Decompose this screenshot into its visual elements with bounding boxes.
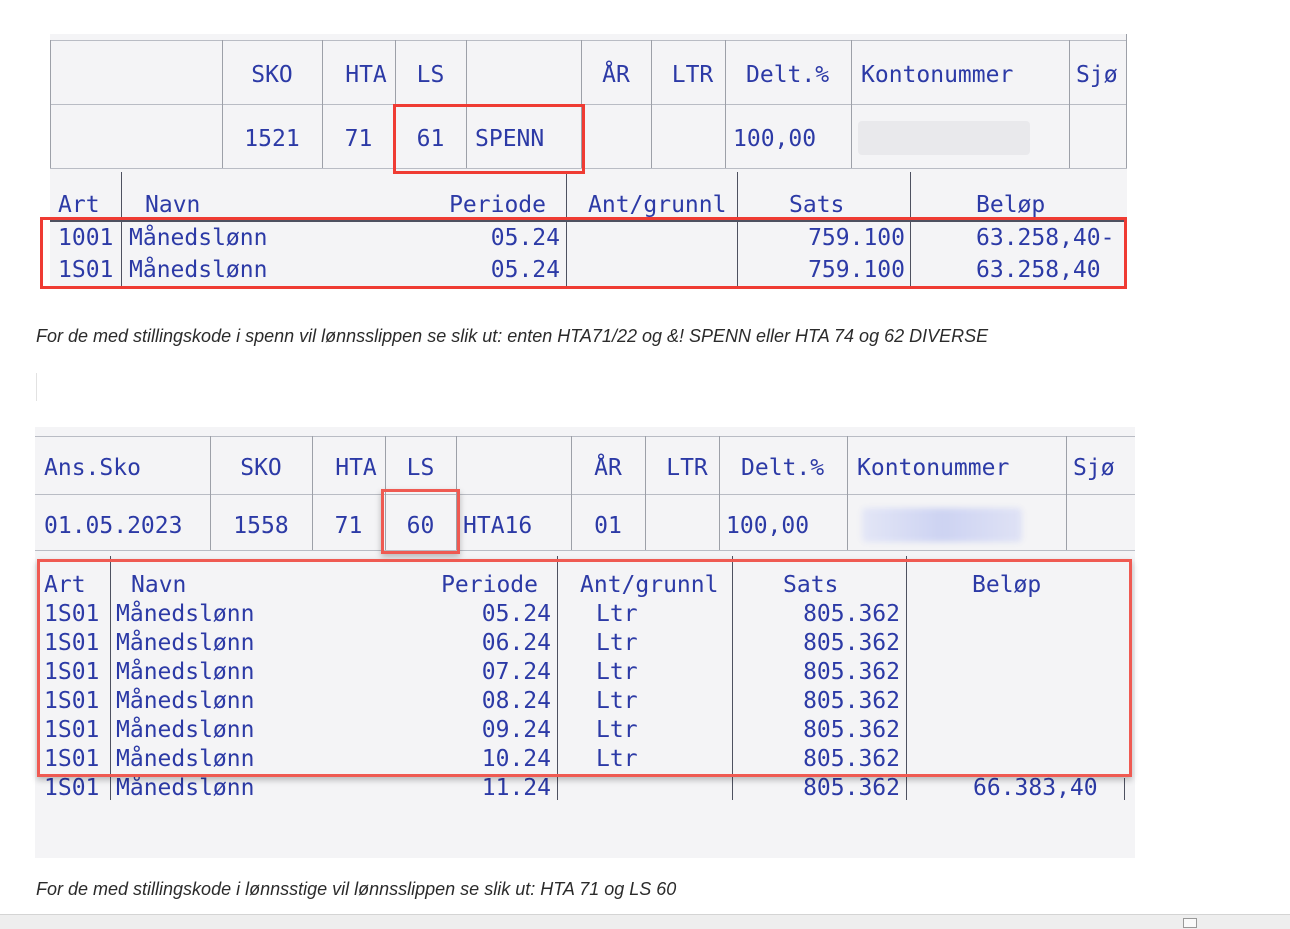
value-ar: 01 [594, 513, 622, 539]
highlight-ls-box [393, 104, 585, 174]
grid-line [50, 40, 1127, 41]
grid-line [651, 40, 652, 168]
redacted-account-number [858, 121, 1030, 155]
lines-header-ant: Ant/grunnl [588, 192, 727, 218]
grid-line [1126, 34, 1127, 168]
grid-line [851, 40, 852, 168]
header-ls: LS [416, 62, 445, 88]
grid-line [1069, 40, 1070, 168]
line-navn: Månedslønn [116, 775, 255, 801]
header-ans-sko: Ans.Sko [44, 455, 141, 481]
header-sko: SKO [251, 62, 293, 88]
value-hta: 71 [334, 513, 363, 539]
caption-lonnsstige: For de med stillingskode i lønnsstige vi… [36, 879, 677, 899]
value-hta: 71 [344, 126, 373, 152]
grid-line [645, 436, 646, 550]
header-ls: LS [406, 455, 435, 481]
highlight-lines-box [40, 217, 1127, 289]
caption-spenn: For de med stillingskode i spenn vil løn… [36, 326, 989, 346]
header-ar: ÅR [602, 62, 630, 88]
line-art: 1S01 [44, 775, 100, 801]
line-belop: 66.383,40 [973, 775, 1098, 801]
text-cursor [36, 373, 37, 401]
highlight-lines-box [37, 559, 1132, 777]
header-sko: SKO [240, 455, 282, 481]
redacted-account-number [862, 508, 1022, 542]
value-delt: 100,00 [733, 126, 817, 152]
value-delt: 100,00 [726, 513, 810, 539]
grid-line [35, 494, 1135, 495]
header-kontonummer: Kontonummer [861, 62, 1014, 88]
grid-line [35, 550, 1135, 551]
header-hta: HTA [335, 455, 377, 481]
lines-header-art: Art [58, 192, 100, 218]
grid-line [1124, 778, 1125, 800]
header-ltr: LTR [671, 62, 714, 88]
lines-header-navn: Navn [145, 192, 201, 218]
grid-line [725, 40, 726, 168]
header-ar: ÅR [594, 455, 622, 481]
grid-line [719, 436, 720, 550]
value-sko: 1521 [244, 126, 300, 152]
grid-line [35, 436, 1135, 437]
line-sats: 805.362 [803, 775, 900, 801]
header-delt: Delt.% [741, 455, 825, 481]
header-hta: HTA [345, 62, 387, 88]
value-ans-sko: 01.05.2023 [44, 513, 183, 539]
lines-header-periode: Periode [449, 192, 546, 218]
highlight-ls-box [381, 489, 460, 554]
value-ls-text: HTA16 [463, 513, 533, 539]
grid-line [50, 40, 51, 168]
header-sjo: Sjø [1073, 455, 1115, 481]
grid-line [50, 104, 1127, 105]
page-icon [1183, 918, 1197, 928]
line-periode: 11.24 [481, 775, 551, 801]
header-sjo: Sjø [1076, 62, 1118, 88]
header-kontonummer: Kontonummer [857, 455, 1010, 481]
value-sko: 1558 [233, 513, 289, 539]
lines-header-sats: Sats [789, 192, 845, 218]
lines-header-belop: Beløp [976, 192, 1046, 218]
header-ltr: LTR [666, 455, 708, 481]
grid-line [50, 168, 1127, 169]
grid-line [847, 436, 848, 550]
header-delt: Delt.% [746, 62, 830, 88]
status-bar [0, 914, 1290, 929]
grid-line [1066, 436, 1067, 550]
